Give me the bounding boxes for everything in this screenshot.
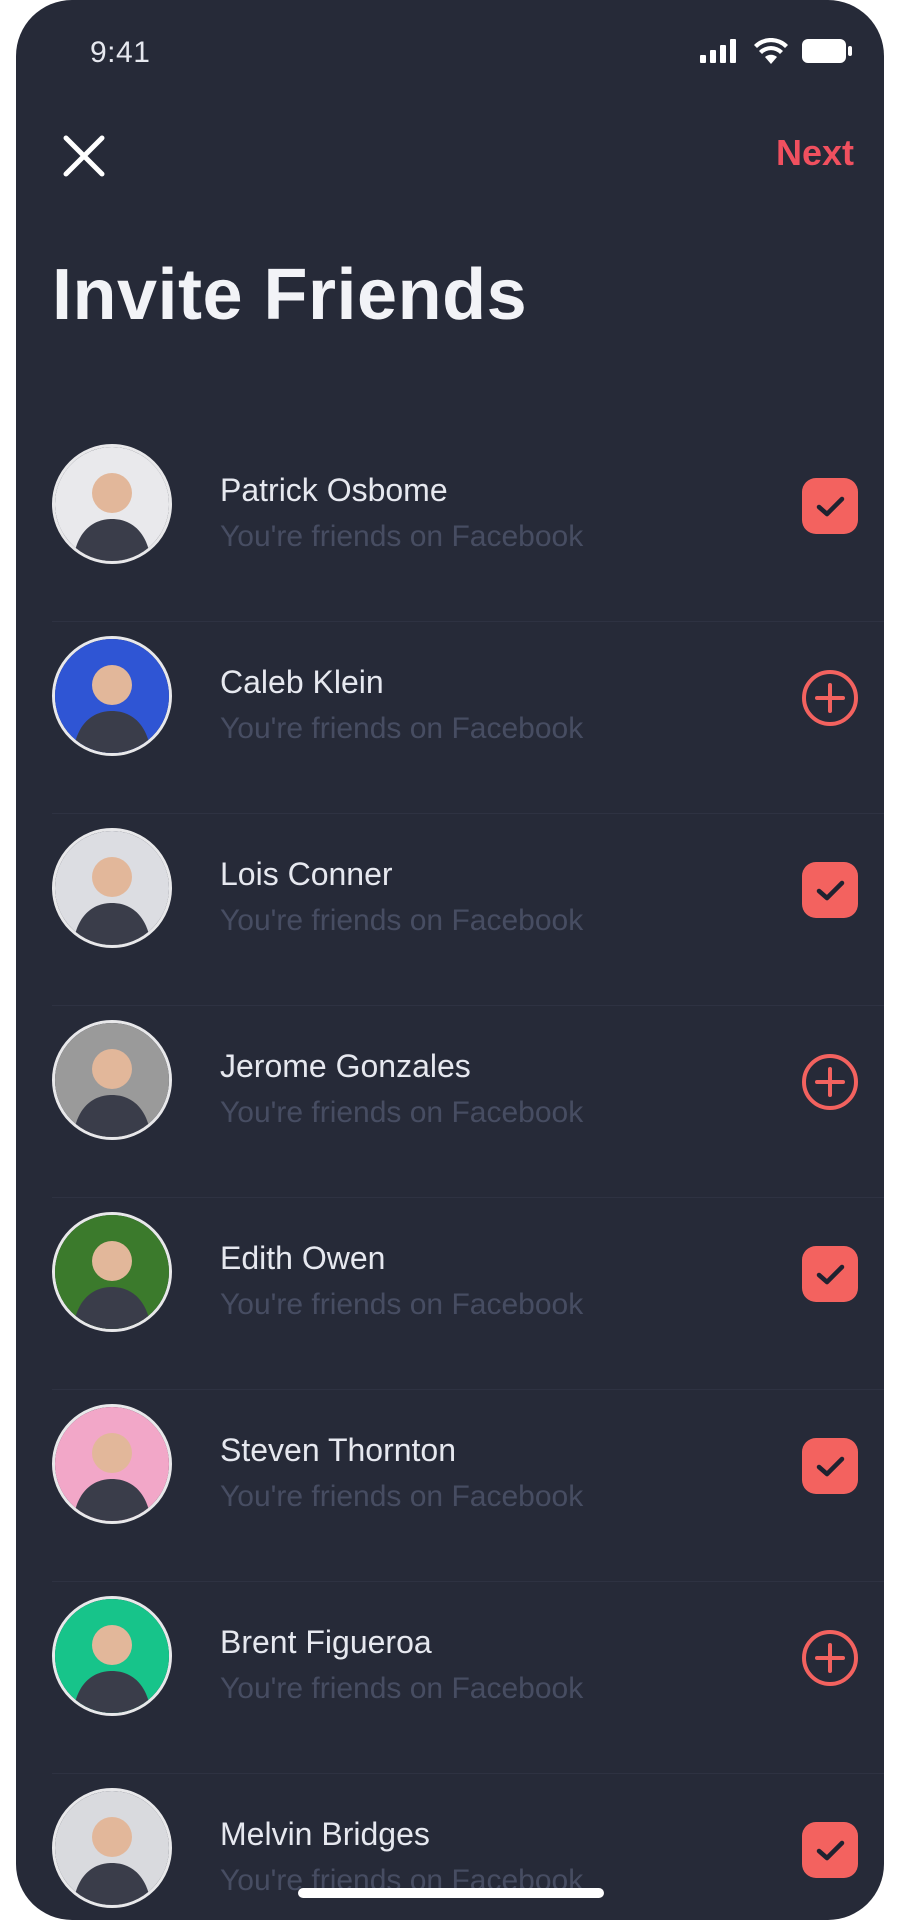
friend-name: Brent Figueroa — [220, 1624, 432, 1660]
check-icon — [816, 496, 845, 517]
friend-subtitle: You're friends on Facebook — [220, 1480, 584, 1513]
friend-row: Brent Figueroa You're friends on Faceboo… — [52, 1582, 884, 1774]
friend-subtitle: You're friends on Facebook — [220, 1288, 584, 1321]
close-button[interactable] — [56, 128, 112, 184]
friend-row: Lois Conner You're friends on Facebook — [52, 814, 884, 1006]
friend-name: Caleb Klein — [220, 664, 384, 700]
add-friend-button[interactable] — [802, 1054, 858, 1110]
status-icons — [700, 37, 852, 69]
selected-checkbox[interactable] — [802, 862, 858, 918]
plus-icon — [815, 683, 845, 713]
add-friend-button[interactable] — [802, 670, 858, 726]
avatar[interactable] — [52, 1212, 172, 1332]
friend-subtitle: You're friends on Facebook — [220, 1672, 584, 1705]
cellular-signal-icon — [700, 39, 740, 68]
check-icon — [816, 880, 845, 901]
avatar[interactable] — [52, 1596, 172, 1716]
plus-icon — [815, 1643, 845, 1673]
selected-checkbox[interactable] — [802, 478, 858, 534]
phone-screen: 9:41 Next Invite Friends Patrick Osbome … — [16, 0, 884, 1920]
page-title: Invite Friends — [52, 255, 528, 335]
check-icon — [816, 1264, 845, 1285]
status-bar: 9:41 — [16, 0, 884, 110]
friend-subtitle: You're friends on Facebook — [220, 904, 584, 937]
friend-name: Jerome Gonzales — [220, 1048, 471, 1084]
home-indicator[interactable] — [298, 1888, 604, 1898]
friend-subtitle: You're friends on Facebook — [220, 712, 584, 745]
friend-name: Lois Conner — [220, 856, 393, 892]
friend-name: Edith Owen — [220, 1240, 386, 1276]
battery-icon — [802, 39, 852, 68]
friend-subtitle: You're friends on Facebook — [220, 1096, 584, 1129]
friend-row: Steven Thornton You're friends on Facebo… — [52, 1390, 884, 1582]
selected-checkbox[interactable] — [802, 1246, 858, 1302]
friend-row: Melvin Bridges You're friends on Faceboo… — [52, 1774, 884, 1920]
friend-name: Melvin Bridges — [220, 1816, 430, 1852]
friend-name: Steven Thornton — [220, 1432, 457, 1468]
status-time: 9:41 — [90, 36, 151, 69]
friend-row: Edith Owen You're friends on Facebook — [52, 1198, 884, 1390]
friend-name: Patrick Osbome — [220, 472, 448, 508]
avatar[interactable] — [52, 636, 172, 756]
friend-list: Patrick Osbome You're friends on Faceboo… — [16, 430, 884, 1920]
wifi-icon — [754, 37, 788, 69]
selected-checkbox[interactable] — [802, 1822, 858, 1878]
add-friend-button[interactable] — [802, 1630, 858, 1686]
friend-row: Caleb Klein You're friends on Facebook — [52, 622, 884, 814]
selected-checkbox[interactable] — [802, 1438, 858, 1494]
friend-row: Patrick Osbome You're friends on Faceboo… — [52, 430, 884, 622]
check-icon — [816, 1840, 845, 1861]
friend-row: Jerome Gonzales You're friends on Facebo… — [52, 1006, 884, 1198]
next-button[interactable]: Next — [776, 132, 854, 174]
avatar[interactable] — [52, 828, 172, 948]
avatar[interactable] — [52, 1788, 172, 1908]
plus-icon — [815, 1067, 845, 1097]
close-icon — [63, 135, 105, 177]
friend-subtitle: You're friends on Facebook — [220, 520, 584, 553]
avatar[interactable] — [52, 1404, 172, 1524]
avatar[interactable] — [52, 1020, 172, 1140]
check-icon — [816, 1456, 845, 1477]
avatar[interactable] — [52, 444, 172, 564]
